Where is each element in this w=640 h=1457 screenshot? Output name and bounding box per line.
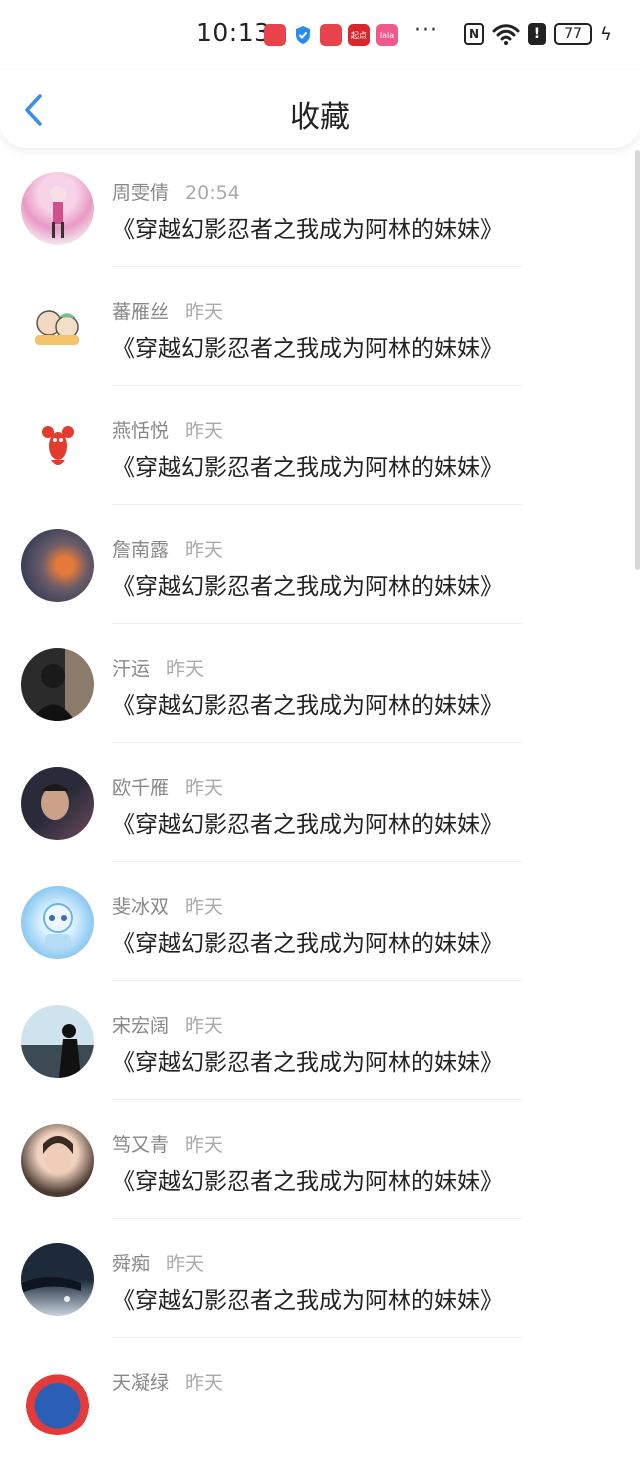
list-item[interactable]: 欧千雁 昨天 《穿越幻影忍者之我成为阿林的妹妹》 — [0, 743, 640, 862]
avatar — [21, 410, 94, 483]
user-name: 汗运 — [112, 658, 151, 680]
user-name: 宋宏阔 — [112, 1015, 170, 1037]
item-time: 昨天 — [185, 777, 224, 799]
user-name: 斐冰双 — [112, 896, 170, 918]
item-meta: 斐冰双 昨天 — [112, 892, 223, 919]
list-item[interactable]: 宋宏阔 昨天 《穿越幻影忍者之我成为阿林的妹妹》 — [0, 981, 640, 1100]
item-title: 《穿越幻影忍者之我成为阿林的妹妹》 — [112, 1169, 503, 1195]
item-meta: 周雯倩 20:54 — [112, 178, 240, 205]
item-time: 昨天 — [185, 1134, 224, 1156]
system-icons: N ! 77 ϟ — [464, 22, 612, 46]
avatar — [21, 1124, 94, 1197]
list-item[interactable]: 舜痴 昨天 《穿越幻影忍者之我成为阿林的妹妹》 — [0, 1219, 640, 1338]
user-name: 欧千雁 — [112, 777, 170, 799]
user-name: 燕恬悦 — [112, 420, 170, 442]
lala-app-icon: lala — [376, 24, 398, 46]
nfc-icon: N — [464, 23, 484, 45]
item-time: 昨天 — [185, 1372, 224, 1394]
item-meta: 汗运 昨天 — [112, 654, 204, 681]
item-time: 20:54 — [185, 182, 240, 204]
item-title: 《穿越幻影忍者之我成为阿林的妹妹》 — [112, 812, 503, 838]
item-title: 《穿越幻影忍者之我成为阿林的妹妹》 — [112, 217, 503, 243]
item-time: 昨天 — [185, 539, 224, 561]
item-meta: 舜痴 昨天 — [112, 1249, 204, 1276]
notification-app-icons: 起点 lala — [264, 24, 398, 46]
item-title: 《穿越幻影忍者之我成为阿林的妹妹》 — [112, 455, 503, 481]
item-meta: 天凝绿 昨天 — [112, 1368, 223, 1395]
charging-icon: ϟ — [600, 23, 612, 45]
huawei-mall-icon — [264, 24, 286, 46]
status-bar: 10:13 起点 lala ··· N ! 77 ϟ — [0, 0, 640, 70]
item-title: 《穿越幻影忍者之我成为阿林的妹妹》 — [112, 1050, 503, 1076]
avatar — [21, 1362, 94, 1435]
item-time: 昨天 — [166, 1253, 205, 1275]
item-meta: 燕恬悦 昨天 — [112, 416, 223, 443]
avatar — [21, 172, 94, 245]
list-item[interactable]: 燕恬悦 昨天 《穿越幻影忍者之我成为阿林的妹妹》 — [0, 386, 640, 505]
list-item[interactable]: 天凝绿 昨天 — [0, 1338, 640, 1457]
item-title: 《穿越幻影忍者之我成为阿林的妹妹》 — [112, 693, 503, 719]
user-name: 詹南露 — [112, 539, 170, 561]
user-name: 天凝绿 — [112, 1372, 170, 1394]
more-notifications-icon: ··· — [414, 18, 438, 43]
item-time: 昨天 — [185, 301, 224, 323]
avatar — [21, 648, 94, 721]
item-title: 《穿越幻影忍者之我成为阿林的妹妹》 — [112, 574, 503, 600]
item-time: 昨天 — [185, 1015, 224, 1037]
page-title: 收藏 — [290, 100, 350, 135]
item-time: 昨天 — [185, 896, 224, 918]
item-meta: 蕃雁丝 昨天 — [112, 297, 223, 324]
item-title: 《穿越幻影忍者之我成为阿林的妹妹》 — [112, 931, 503, 957]
wifi-icon — [492, 22, 520, 46]
item-time: 昨天 — [166, 658, 205, 680]
huawei-mall-icon-2 — [320, 24, 342, 46]
item-meta: 宋宏阔 昨天 — [112, 1011, 223, 1038]
battery-icon: 77 — [554, 23, 592, 45]
qidian-app-icon: 起点 — [348, 24, 370, 46]
item-meta: 欧千雁 昨天 — [112, 773, 223, 800]
avatar — [21, 767, 94, 840]
avatar — [21, 886, 94, 959]
list-item[interactable]: 斐冰双 昨天 《穿越幻影忍者之我成为阿林的妹妹》 — [0, 862, 640, 981]
shield-app-icon — [292, 24, 314, 46]
avatar — [21, 1005, 94, 1078]
list-item[interactable]: 汗运 昨天 《穿越幻影忍者之我成为阿林的妹妹》 — [0, 624, 640, 743]
avatar — [21, 1243, 94, 1316]
status-time: 10:13 — [196, 18, 271, 47]
item-time: 昨天 — [185, 420, 224, 442]
list-item[interactable]: 笃又青 昨天 《穿越幻影忍者之我成为阿林的妹妹》 — [0, 1100, 640, 1219]
user-name: 周雯倩 — [112, 182, 170, 204]
alert-icon: ! — [528, 23, 546, 45]
avatar — [21, 291, 94, 364]
list-item[interactable]: 詹南露 昨天 《穿越幻影忍者之我成为阿林的妹妹》 — [0, 505, 640, 624]
list-item[interactable]: 周雯倩 20:54 《穿越幻影忍者之我成为阿林的妹妹》 — [0, 148, 640, 267]
avatar — [21, 529, 94, 602]
user-name: 舜痴 — [112, 1253, 151, 1275]
list-item[interactable]: 蕃雁丝 昨天 《穿越幻影忍者之我成为阿林的妹妹》 — [0, 267, 640, 386]
user-name: 蕃雁丝 — [112, 301, 170, 323]
item-title: 《穿越幻影忍者之我成为阿林的妹妹》 — [112, 1288, 503, 1314]
top-nav-bar: 收藏 — [0, 70, 640, 148]
item-meta: 詹南露 昨天 — [112, 535, 223, 562]
user-name: 笃又青 — [112, 1134, 170, 1156]
item-meta: 笃又青 昨天 — [112, 1130, 223, 1157]
item-title: 《穿越幻影忍者之我成为阿林的妹妹》 — [112, 336, 503, 362]
